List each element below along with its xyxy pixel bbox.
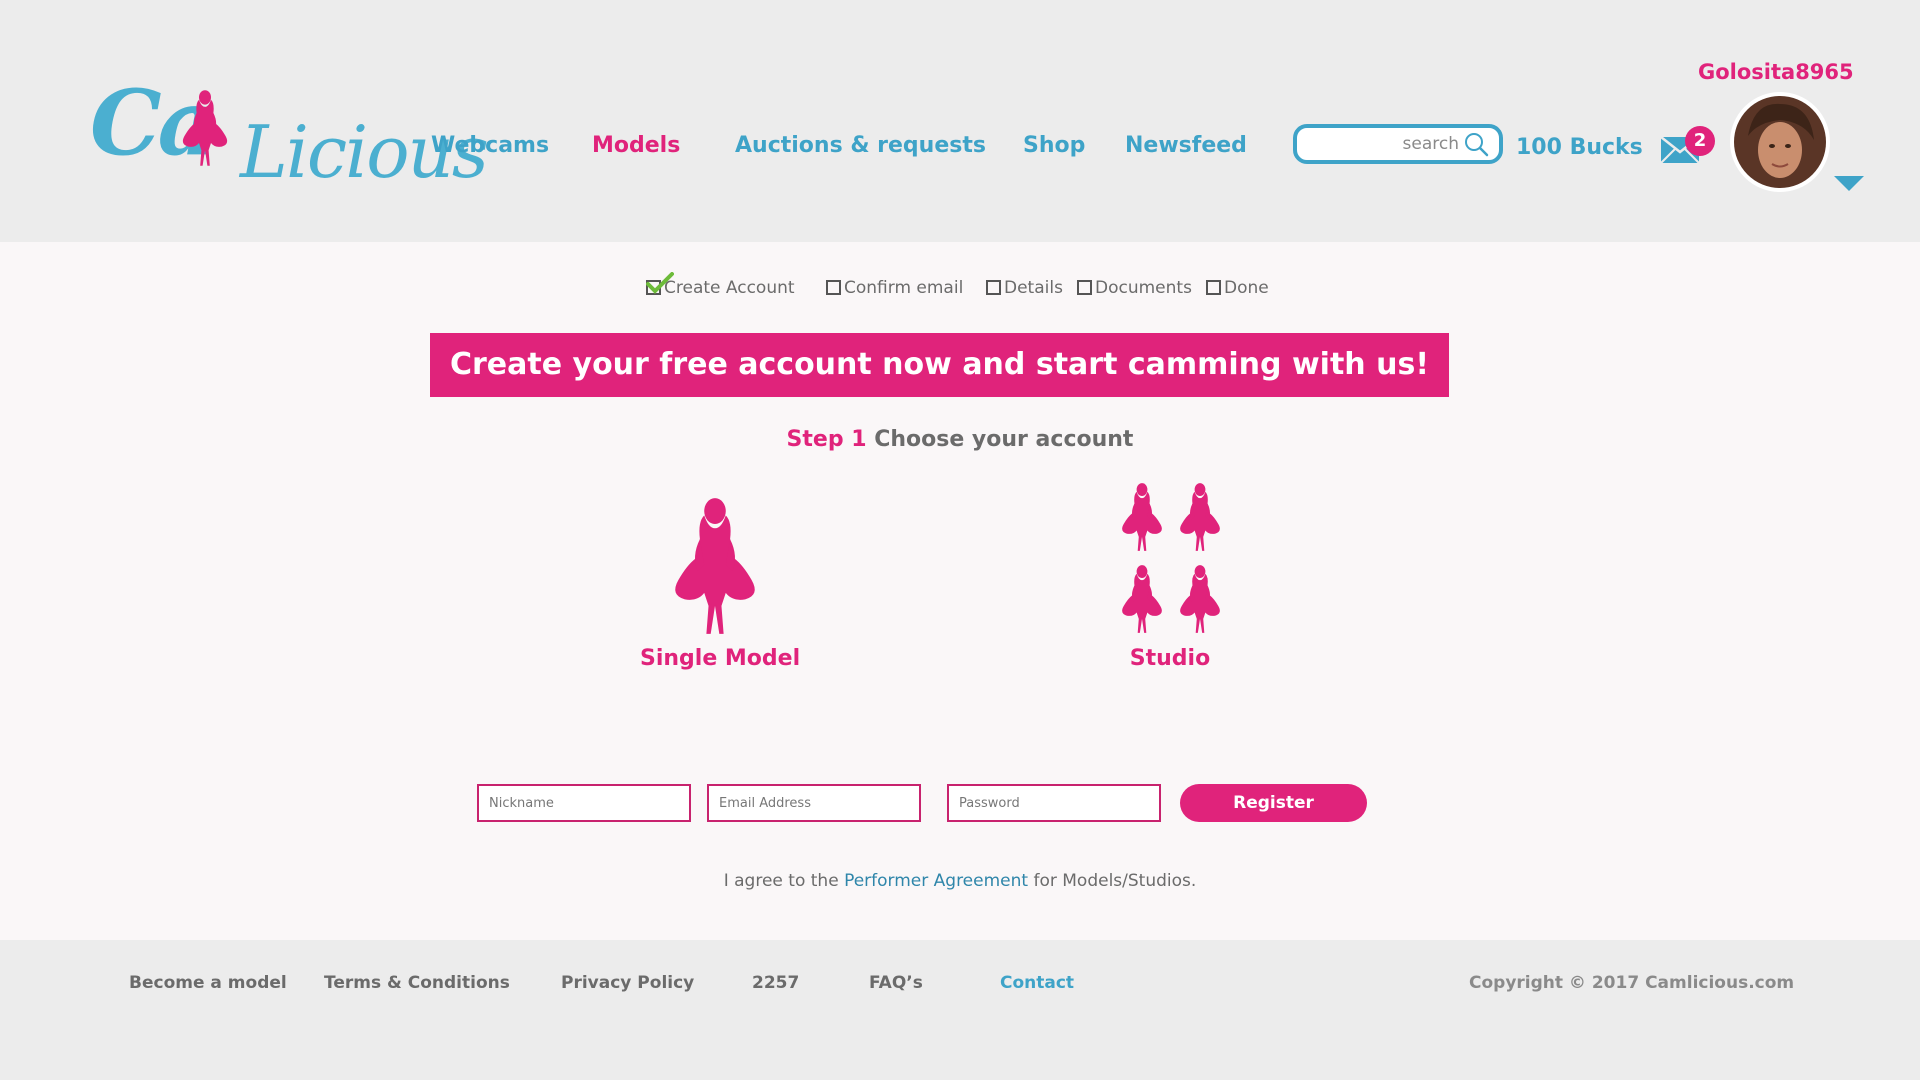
footer <box>0 940 1920 1080</box>
nickname-input[interactable] <box>479 786 689 820</box>
single-model-icon <box>657 496 773 636</box>
step-documents: Documents <box>1077 278 1192 298</box>
step-heading-text: Choose your account <box>874 427 1134 452</box>
nav-webcams[interactable]: Webcams <box>431 133 549 158</box>
checkbox-icon <box>1077 280 1092 295</box>
agreement-suffix: for Models/Studios. <box>1033 871 1197 891</box>
step-label: Details <box>1004 278 1063 298</box>
footer-link-contact[interactable]: Contact <box>1000 973 1074 993</box>
nav-newsfeed[interactable]: Newsfeed <box>1125 133 1247 158</box>
single-model-label: Single Model <box>640 646 801 671</box>
checkbox-icon <box>1206 280 1221 295</box>
search-box <box>1293 124 1503 164</box>
copyright: Copyright © 2017 Camlicious.com <box>1469 973 1795 993</box>
step-label: Documents <box>1095 278 1192 298</box>
username[interactable]: Golosita8965 <box>1698 60 1854 84</box>
nav-shop[interactable]: Shop <box>1023 133 1085 158</box>
checkbox-checked-icon <box>646 272 674 295</box>
step-label: Confirm email <box>844 278 964 298</box>
studio-model-icon <box>1170 482 1230 552</box>
nickname-field <box>477 784 691 822</box>
signup-banner: Create your free account now and start c… <box>430 333 1449 397</box>
footer-link-2257[interactable]: 2257 <box>752 973 799 993</box>
single-model-option[interactable]: Single Model <box>640 490 801 680</box>
password-field <box>947 784 1161 822</box>
step-details: Details <box>986 278 1063 298</box>
checkbox-icon <box>986 280 1001 295</box>
studio-label: Studio <box>1129 646 1211 671</box>
nav-models[interactable]: Models <box>592 133 680 158</box>
step-done: Done <box>1206 278 1269 298</box>
checkbox-icon <box>826 280 841 295</box>
studio-model-icon <box>1112 482 1172 552</box>
password-input[interactable] <box>949 786 1159 820</box>
footer-link-faq[interactable]: FAQ’s <box>869 973 923 993</box>
studio-model-icon <box>1170 564 1230 634</box>
bucks-balance[interactable]: 100 Bucks <box>1516 135 1643 160</box>
footer-link-become-model[interactable]: Become a model <box>129 973 287 993</box>
camlicious-logo[interactable]: Ca Licious <box>90 70 489 215</box>
agreement-text: I agree to the Performer Agreement for M… <box>0 871 1920 891</box>
logo-lady-icon <box>175 88 235 168</box>
nav-auctions-requests[interactable]: Auctions & requests <box>735 133 986 158</box>
avatar-image <box>1734 96 1826 188</box>
step-confirm-email: Confirm email <box>826 278 963 298</box>
step-create-account: Create Account <box>646 272 795 298</box>
email-input[interactable] <box>709 786 919 820</box>
register-button[interactable]: Register <box>1180 784 1367 822</box>
step-label: Done <box>1224 278 1269 298</box>
step-number: Step 1 <box>786 427 867 452</box>
performer-agreement-link[interactable]: Performer Agreement <box>844 871 1028 891</box>
mail-count-badge: 2 <box>1685 126 1715 156</box>
search-input[interactable] <box>1309 132 1459 156</box>
account-dropdown-caret-icon[interactable] <box>1834 176 1864 191</box>
checkmark-icon <box>646 272 674 294</box>
studio-model-icon <box>1112 564 1172 634</box>
avatar[interactable] <box>1730 92 1830 192</box>
agreement-prefix: I agree to the <box>723 871 839 891</box>
step-heading: Step 1 Choose your account <box>0 427 1920 452</box>
footer-link-terms[interactable]: Terms & Conditions <box>324 973 510 993</box>
studio-option[interactable]: Studio <box>1100 482 1240 680</box>
footer-link-privacy[interactable]: Privacy Policy <box>561 973 694 993</box>
step-label: Create Account <box>664 278 795 298</box>
search-icon[interactable] <box>1463 131 1489 157</box>
email-field <box>707 784 921 822</box>
